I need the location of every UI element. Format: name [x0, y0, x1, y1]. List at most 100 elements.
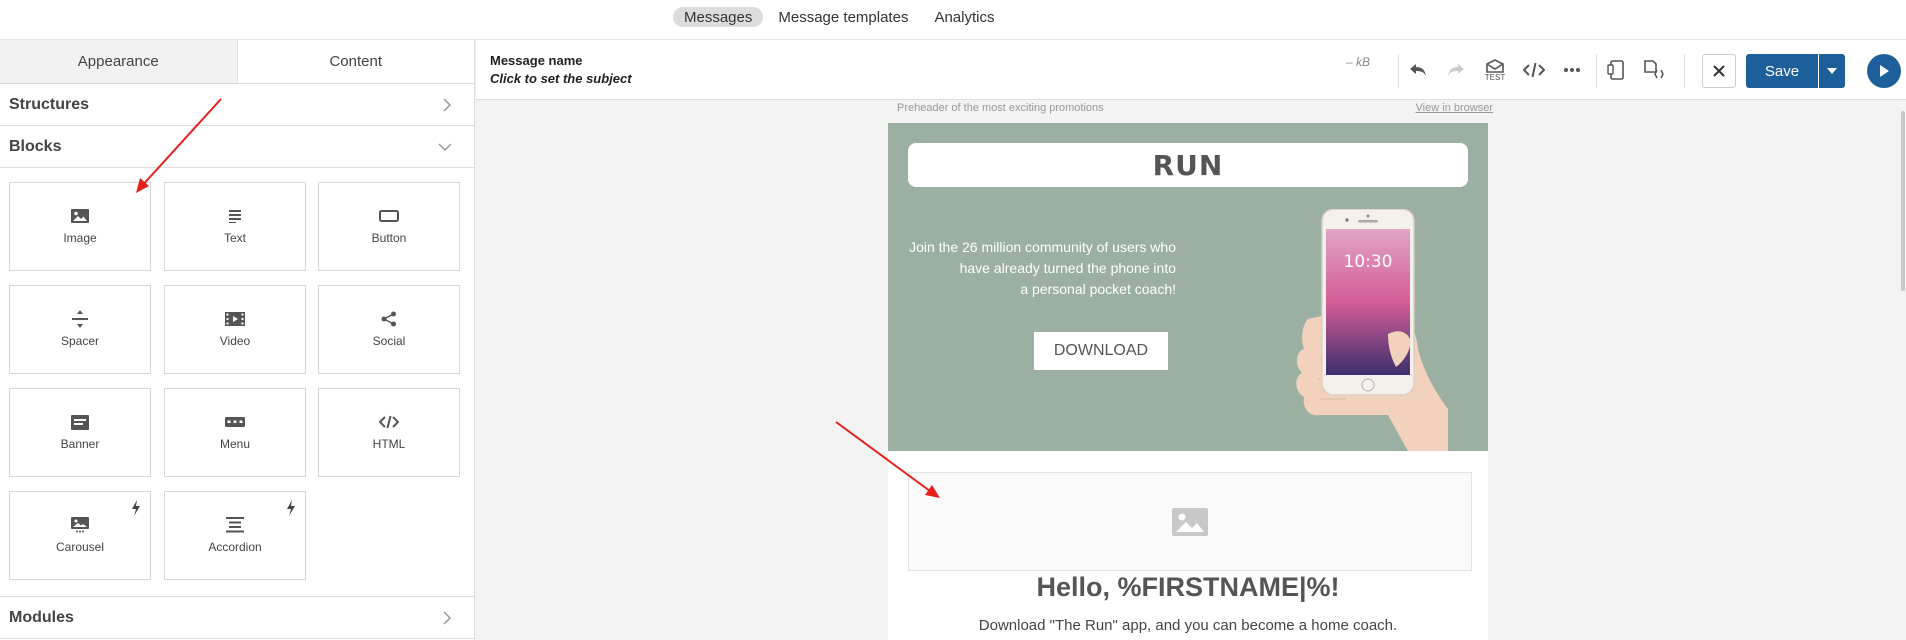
greeting-heading[interactable]: Hello, %FIRSTNAME|%! — [888, 572, 1488, 603]
description-text[interactable]: Download "The Run" app, and you can beco… — [888, 617, 1488, 634]
view-in-browser-link[interactable]: View in browser — [1416, 102, 1493, 114]
save-button[interactable]: Save — [1746, 54, 1818, 88]
top-navigation: Messages Message templates Analytics — [0, 0, 1906, 40]
preview-play-button[interactable] — [1867, 54, 1901, 88]
logo[interactable]: RUN — [908, 143, 1468, 187]
dynamic-content-button[interactable] — [1640, 56, 1668, 84]
hero-line: Join the 26 million community of users w… — [909, 239, 1176, 255]
block-html[interactable]: HTML — [318, 388, 460, 477]
block-menu[interactable]: Menu — [164, 388, 306, 477]
test-label: TEST — [1484, 72, 1506, 82]
close-button[interactable] — [1702, 54, 1736, 88]
section-blocks[interactable]: Blocks — [0, 126, 474, 168]
chevron-right-icon — [443, 610, 452, 625]
carousel-icon — [71, 517, 89, 533]
section-structures[interactable]: Structures — [0, 84, 474, 126]
block-social[interactable]: Social — [318, 285, 460, 374]
toolbar-divider — [1398, 54, 1399, 88]
more-options-button[interactable] — [1558, 56, 1586, 84]
redo-icon — [1448, 64, 1464, 76]
block-image[interactable]: Image — [9, 182, 151, 271]
blocks-grid: Image Text Button Spacer Video Social Ba… — [0, 168, 474, 597]
preheader-text[interactable]: Preheader of the most exciting promotion… — [897, 102, 1104, 114]
image-placeholder[interactable] — [908, 472, 1472, 571]
spacer-icon — [72, 310, 88, 328]
accordion-icon — [226, 517, 244, 533]
block-button[interactable]: Button — [318, 182, 460, 271]
video-icon — [225, 312, 245, 326]
code-editor-button[interactable] — [1520, 56, 1548, 84]
block-text[interactable]: Text — [164, 182, 306, 271]
subject-field[interactable]: Click to set the subject — [490, 71, 632, 86]
block-accordion[interactable]: Accordion — [164, 491, 306, 580]
hero-banner[interactable]: RUN Join the 26 million community of use… — [888, 123, 1488, 451]
panel-tabs: Appearance Content — [0, 40, 474, 84]
close-icon — [1713, 65, 1725, 77]
block-accordion-label: Accordion — [208, 540, 262, 554]
section-modules[interactable]: Modules — [0, 597, 474, 639]
lightning-icon — [132, 500, 140, 516]
tab-appearance[interactable]: Appearance — [0, 40, 237, 83]
lightning-icon — [287, 500, 295, 516]
block-image-label: Image — [63, 231, 97, 245]
scrollbar-thumb[interactable] — [1901, 111, 1905, 291]
phone-in-hand-image: 10:30 — [1296, 209, 1448, 451]
tab-content[interactable]: Content — [236, 40, 474, 83]
more-icon — [1564, 68, 1580, 72]
canvas-scrollbar[interactable] — [1900, 101, 1906, 640]
tab-message-templates[interactable]: Message templates — [767, 7, 919, 27]
preheader-bar: Preheader of the most exciting promotion… — [897, 101, 1497, 123]
hero-line: have already turned the phone into — [959, 260, 1176, 276]
hero-line: a personal pocket coach! — [1020, 281, 1176, 297]
chevron-down-icon — [1827, 68, 1837, 74]
redo-button[interactable] — [1442, 56, 1470, 84]
top-nav-tabs: Messages Message templates Analytics — [673, 7, 1005, 27]
block-spacer[interactable]: Spacer — [9, 285, 151, 374]
block-text-label: Text — [223, 231, 246, 245]
toolbar-divider — [1684, 54, 1685, 88]
undo-icon — [1410, 64, 1426, 76]
block-banner[interactable]: Banner — [9, 388, 151, 477]
undo-button[interactable] — [1404, 56, 1432, 84]
device-preview-icon — [1607, 60, 1624, 80]
block-banner-label: Banner — [60, 437, 100, 451]
chevron-right-icon — [443, 97, 452, 112]
phone-time: 10:30 — [1344, 252, 1393, 272]
message-name[interactable]: Message name — [490, 53, 583, 68]
code-icon — [1523, 62, 1545, 78]
image-icon — [71, 209, 89, 223]
download-button[interactable]: DOWNLOAD — [1034, 332, 1168, 370]
mobile-preview-button[interactable] — [1602, 56, 1630, 84]
play-icon — [1880, 65, 1889, 77]
envelope-icon — [1486, 58, 1504, 73]
block-html-label: HTML — [372, 437, 406, 451]
left-panel: Appearance Content Structures Blocks Ima… — [0, 40, 475, 640]
block-carousel-label: Carousel — [55, 540, 105, 554]
test-send-button[interactable]: TEST — [1480, 52, 1510, 88]
message-size: – kB — [1346, 55, 1371, 69]
code-icon — [379, 415, 399, 429]
block-menu-label: Menu — [219, 437, 251, 451]
save-options-dropdown[interactable] — [1819, 54, 1845, 88]
email-content: Hello, %FIRSTNAME|%! Download "The Run" … — [888, 451, 1488, 640]
image-icon — [1172, 507, 1208, 536]
editor-header: Message name Click to set the subject – … — [476, 40, 1906, 100]
section-modules-label: Modules — [9, 608, 74, 626]
section-structures-label: Structures — [9, 95, 90, 113]
share-icon — [381, 311, 396, 327]
tab-analytics[interactable]: Analytics — [923, 7, 1005, 27]
hero-text[interactable]: Join the 26 million community of users w… — [902, 237, 1176, 300]
document-code-icon — [1644, 60, 1664, 79]
block-button-label: Button — [371, 231, 407, 245]
block-video-label: Video — [219, 334, 251, 348]
section-blocks-label: Blocks — [9, 137, 62, 155]
toolbar-divider — [1596, 54, 1597, 88]
chevron-down-icon — [438, 142, 452, 151]
block-carousel[interactable]: Carousel — [9, 491, 151, 580]
block-video[interactable]: Video — [164, 285, 306, 374]
banner-icon — [71, 414, 89, 430]
button-icon — [379, 210, 399, 222]
block-spacer-label: Spacer — [60, 334, 100, 348]
tab-messages[interactable]: Messages — [673, 7, 764, 27]
block-social-label: Social — [372, 334, 406, 348]
